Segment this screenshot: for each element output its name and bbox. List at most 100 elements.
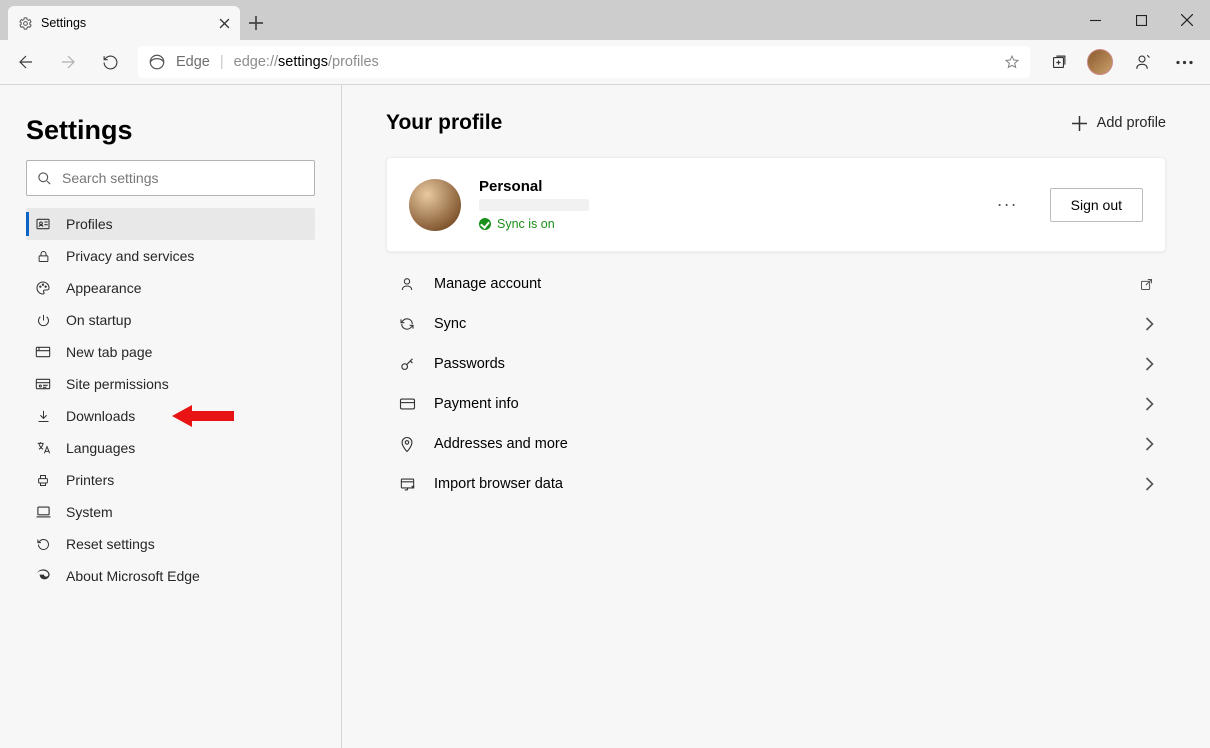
sidebar-item-site-permissions[interactable]: Site permissions [26, 368, 315, 400]
profile-email-redacted [479, 199, 589, 211]
settings-nav: Profiles Privacy and services Appearance On… [26, 208, 315, 592]
chevron-right-icon [1145, 317, 1154, 331]
close-window-button[interactable] [1164, 0, 1210, 40]
sidebar-item-label: About Microsoft Edge [66, 568, 200, 584]
printer-icon [34, 473, 52, 488]
card-icon [398, 397, 416, 411]
sidebar-item-label: On startup [66, 312, 131, 328]
import-icon [398, 477, 416, 492]
palette-icon [34, 280, 52, 296]
sidebar-item-downloads[interactable]: Downloads [26, 400, 315, 432]
option-label: Sync [434, 316, 466, 332]
search-placeholder: Search settings [62, 170, 159, 186]
permissions-icon [34, 377, 52, 391]
sidebar-item-system[interactable]: System [26, 496, 315, 528]
plus-icon [1072, 116, 1087, 131]
sidebar-item-on-startup[interactable]: On startup [26, 304, 315, 336]
edge-icon [34, 568, 52, 584]
newtab-icon [34, 345, 52, 359]
page-title: Settings [26, 115, 315, 146]
addr-url: edge://settings/profiles [234, 54, 379, 70]
profile-name: Personal [479, 178, 589, 195]
more-button[interactable] [1164, 42, 1204, 82]
feedback-button[interactable] [1122, 42, 1162, 82]
option-addresses-and-more[interactable]: Addresses and more [386, 424, 1166, 464]
sidebar-item-label: Downloads [66, 408, 135, 424]
sidebar-item-new-tab-page[interactable]: New tab page [26, 336, 315, 368]
add-profile-button[interactable]: Add profile [1072, 115, 1166, 131]
search-settings-input[interactable]: Search settings [26, 160, 315, 196]
chevron-right-icon [1145, 477, 1154, 491]
gear-icon [18, 16, 33, 31]
option-passwords[interactable]: Passwords [386, 344, 1166, 384]
option-label: Payment info [434, 396, 519, 412]
external-link-icon [1139, 277, 1154, 292]
chevron-right-icon [1145, 437, 1154, 451]
content-area: Settings Search settings Profiles Privacy… [0, 84, 1210, 748]
power-icon [34, 313, 52, 328]
option-manage-account[interactable]: Manage account [386, 264, 1166, 304]
sidebar-item-label: Printers [66, 472, 114, 488]
sidebar-item-label: Profiles [66, 216, 113, 232]
search-icon [37, 171, 52, 186]
profile-avatar-large [409, 179, 461, 231]
minimize-button[interactable] [1072, 0, 1118, 40]
refresh-button[interactable] [90, 42, 130, 82]
profile-options-list: Manage account Sync Passwords Payment info A… [386, 264, 1166, 504]
download-icon [34, 409, 52, 424]
sign-out-button[interactable]: Sign out [1050, 188, 1143, 222]
addr-label: Edge [176, 54, 210, 70]
sidebar-item-appearance[interactable]: Appearance [26, 272, 315, 304]
reset-icon [34, 537, 52, 552]
location-icon [398, 436, 416, 453]
check-icon [479, 218, 491, 230]
favorite-icon[interactable] [1004, 54, 1020, 70]
language-icon [34, 440, 52, 456]
sidebar-item-label: System [66, 504, 113, 520]
sidebar-item-printers[interactable]: Printers [26, 464, 315, 496]
tab-settings[interactable]: Settings [8, 6, 240, 40]
sidebar-item-profiles[interactable]: Profiles [26, 208, 315, 240]
main-heading: Your profile [386, 111, 502, 135]
profile-card: Personal Sync is on ··· Sign out [386, 157, 1166, 252]
option-sync[interactable]: Sync [386, 304, 1166, 344]
profile-more-button[interactable]: ··· [997, 194, 1018, 215]
forward-button[interactable] [48, 42, 88, 82]
profile-avatar[interactable] [1080, 42, 1120, 82]
key-icon [398, 356, 416, 373]
sidebar-item-label: Languages [66, 440, 135, 456]
annotation-arrow [172, 403, 234, 429]
maximize-button[interactable] [1118, 0, 1164, 40]
addr-separator: | [220, 54, 224, 70]
sidebar-item-label: Appearance [66, 280, 142, 296]
sync-status: Sync is on [479, 217, 589, 231]
browser-toolbar: Edge | edge://settings/profiles [0, 40, 1210, 84]
option-label: Addresses and more [434, 436, 568, 452]
window-controls [1072, 0, 1210, 40]
main-panel: Your profile Add profile Personal Sync i… [342, 85, 1210, 748]
sidebar-item-languages[interactable]: Languages [26, 432, 315, 464]
sync-icon [398, 316, 416, 332]
edge-icon [148, 53, 166, 71]
address-bar[interactable]: Edge | edge://settings/profiles [138, 46, 1030, 78]
chevron-right-icon [1145, 357, 1154, 371]
new-tab-button[interactable] [240, 6, 272, 40]
collections-button[interactable] [1038, 42, 1078, 82]
option-label: Passwords [434, 356, 505, 372]
close-icon[interactable] [219, 18, 230, 29]
person-card-icon [34, 216, 52, 232]
tab-title: Settings [41, 16, 86, 30]
sidebar-item-label: Privacy and services [66, 248, 194, 264]
back-button[interactable] [6, 42, 46, 82]
laptop-icon [34, 505, 52, 519]
option-label: Import browser data [434, 476, 563, 492]
option-label: Manage account [434, 276, 541, 292]
sidebar-item-privacy-and-services[interactable]: Privacy and services [26, 240, 315, 272]
sidebar-item-label: Site permissions [66, 376, 169, 392]
sidebar-item-about-microsoft-edge[interactable]: About Microsoft Edge [26, 560, 315, 592]
option-payment-info[interactable]: Payment info [386, 384, 1166, 424]
sidebar-item-reset-settings[interactable]: Reset settings [26, 528, 315, 560]
option-import-browser-data[interactable]: Import browser data [386, 464, 1166, 504]
person-icon [398, 276, 416, 292]
lock-icon [34, 249, 52, 264]
